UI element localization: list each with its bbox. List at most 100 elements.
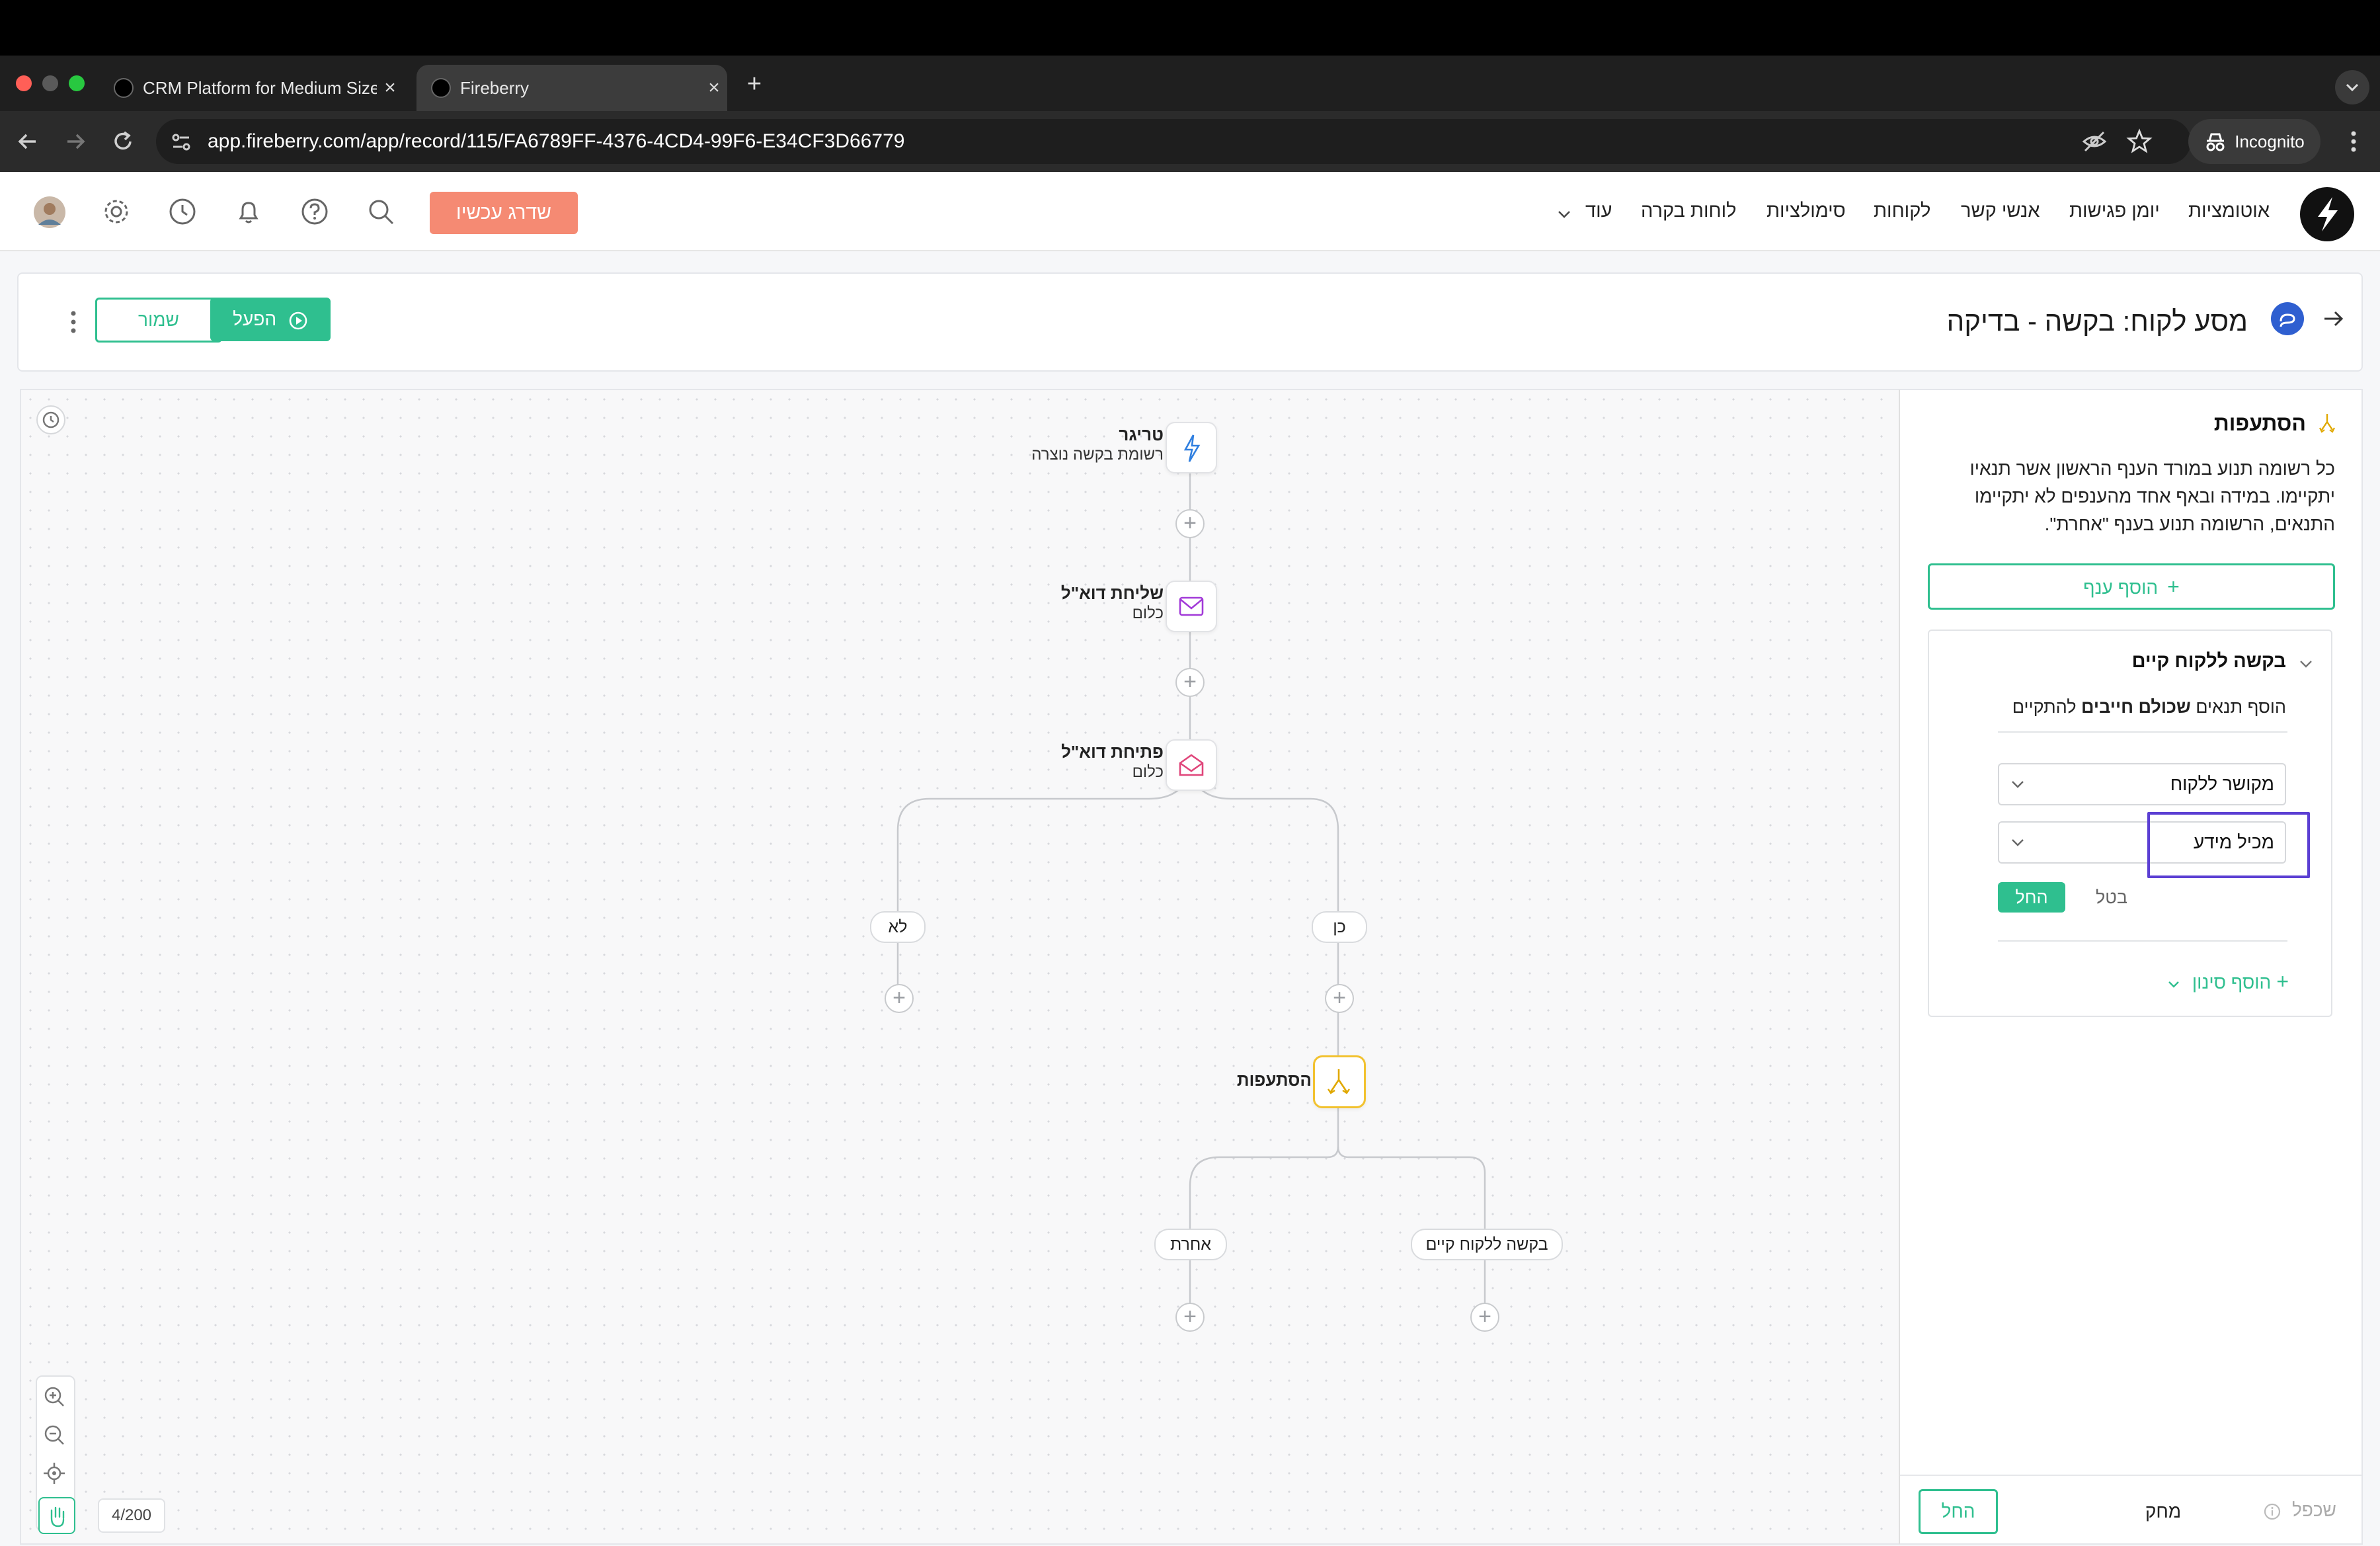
condition-hint-prefix: הוסף תנאים <box>2196 697 2286 717</box>
branch-card: בקשה ללקוח קיים הוסף תנאים שכולם חייבים … <box>1928 630 2332 1017</box>
clock-icon[interactable] <box>168 197 197 226</box>
site-favicon-icon <box>431 78 451 98</box>
fireberry-logo-icon[interactable] <box>2299 186 2355 242</box>
incognito-indicator[interactable]: Incognito <box>2188 119 2320 164</box>
branch-yes-label[interactable]: כן <box>1312 911 1367 943</box>
zoom-out-icon[interactable] <box>40 1420 69 1449</box>
browser-toolbar: app.fireberry.com/app/record/115/FA6789F… <box>0 111 2380 172</box>
tab-title: Fireberry <box>460 77 530 98</box>
site-settings-icon[interactable] <box>168 128 194 155</box>
arrow-left-icon <box>18 134 36 149</box>
arrow-right-icon <box>67 134 85 149</box>
minimize-window-button[interactable] <box>42 75 58 91</box>
browser-tab-bar: CRM Platform for Medium Size × Fireberry… <box>0 56 2380 111</box>
add-step-button[interactable]: + <box>1175 1303 1205 1332</box>
more-vertical-icon[interactable] <box>63 305 83 339</box>
duplicate-label: שכפל <box>2291 1500 2336 1520</box>
nav-dashboards[interactable]: לוחות בקרה <box>1641 172 1737 250</box>
chevron-down-icon <box>2346 83 2359 92</box>
add-step-button[interactable]: + <box>1175 668 1205 697</box>
more-vertical-icon[interactable] <box>2340 126 2367 157</box>
split-settings-panel: הסתעפות כל רשומה תנוע במורד הענף הראשון … <box>1899 389 2363 1545</box>
back-button[interactable] <box>13 127 42 156</box>
avatar[interactable] <box>33 196 66 229</box>
send-email-node[interactable] <box>1166 581 1217 632</box>
open-email-node[interactable] <box>1166 739 1217 791</box>
plus-icon: + <box>2167 575 2180 598</box>
history-icon[interactable] <box>36 405 66 435</box>
new-tab-button[interactable]: + <box>739 69 770 99</box>
incognito-icon <box>2206 133 2225 151</box>
arrow-right-icon[interactable] <box>2320 305 2347 332</box>
nav-automations[interactable]: אוטומציות <box>2188 172 2270 250</box>
panel-apply-button[interactable]: החל <box>1919 1489 1998 1534</box>
save-button[interactable]: שמור <box>95 298 222 343</box>
add-step-button[interactable]: + <box>1470 1303 1499 1332</box>
branch-name[interactable]: בקשה ללקוח קיים <box>2132 651 2286 672</box>
flow-canvas[interactable]: טריגר רשומת בקשה נוצרה + שליחת דוא"ל כלו… <box>20 389 1901 1545</box>
flow-connectors <box>896 473 1486 1317</box>
eye-off-icon[interactable] <box>2081 128 2108 155</box>
maximize-window-button[interactable] <box>69 75 85 91</box>
record-header: מסע לקוח: בקשה - בדיקה שמור הפעל <box>17 272 2363 372</box>
help-icon[interactable] <box>300 197 329 226</box>
duplicate-button[interactable]: שכפל <box>2244 1500 2336 1521</box>
add-branch-button[interactable]: + הוסף ענף <box>1928 563 2335 610</box>
envelope-icon <box>1179 596 1204 616</box>
selection-highlight <box>2147 812 2310 878</box>
delete-button[interactable]: מחק <box>2137 1501 2190 1522</box>
search-icon[interactable] <box>366 197 395 226</box>
branch-split-icon <box>2319 414 2335 433</box>
add-filter-label: הוסף סינון <box>2192 972 2272 993</box>
chevron-down-icon <box>2012 839 2024 846</box>
trigger-subtitle: רשומת בקשה נוצרה <box>1031 446 1164 464</box>
trigger-node[interactable] <box>1166 422 1217 473</box>
gear-icon[interactable] <box>102 197 131 226</box>
zoom-in-icon[interactable] <box>40 1382 69 1411</box>
app-root: אוטומציות יומן פגישות אנשי קשר לקוחות סי… <box>0 172 2380 1546</box>
nav-customers[interactable]: לקוחות <box>1874 172 1930 250</box>
branch-no-label[interactable]: לא <box>870 911 926 943</box>
branch-existing-customer-label[interactable]: בקשה ללקוח קיים <box>1411 1229 1563 1260</box>
reload-button[interactable] <box>108 127 138 156</box>
nav-simulations[interactable]: סימולציות <box>1766 172 1846 250</box>
add-step-button[interactable]: + <box>1175 509 1205 538</box>
close-window-button[interactable] <box>16 75 32 91</box>
activate-button[interactable]: הפעל <box>210 298 331 341</box>
url-text[interactable]: app.fireberry.com/app/record/115/FA6789F… <box>208 130 904 153</box>
pan-tool-button[interactable] <box>38 1497 75 1534</box>
split-title: הסתעפות <box>1236 1070 1312 1090</box>
nav-more[interactable]: עוד <box>1585 172 1612 250</box>
star-icon[interactable] <box>2126 128 2153 155</box>
branch-other-label[interactable]: אחרת <box>1154 1229 1227 1260</box>
page-title: מסע לקוח: בקשה - בדיקה <box>1946 305 2248 337</box>
tab-search-button[interactable] <box>2335 70 2369 104</box>
recenter-icon[interactable] <box>40 1459 69 1488</box>
play-circle-icon <box>289 311 307 329</box>
add-step-button[interactable]: + <box>1325 984 1354 1013</box>
plus-icon: + <box>2276 969 2289 993</box>
add-step-button[interactable]: + <box>885 984 914 1013</box>
browser-tab-fireberry[interactable]: Fireberry × <box>416 65 727 111</box>
close-tab-icon[interactable]: × <box>701 77 727 99</box>
split-node[interactable] <box>1313 1055 1366 1108</box>
nav-contacts[interactable]: אנשי קשר <box>1961 172 2040 250</box>
steps-counter: 4/200 <box>98 1498 165 1533</box>
upgrade-now-button[interactable]: שדרג עכשיו <box>430 192 578 234</box>
bell-icon[interactable] <box>234 197 263 226</box>
customer-journey-icon <box>2271 302 2304 335</box>
forward-button[interactable] <box>61 127 90 156</box>
condition-cancel-button[interactable]: בטל <box>2085 887 2138 908</box>
branch-split-icon <box>1328 1069 1350 1094</box>
condition-hint-bold: שכולם חייבים <box>2081 697 2191 717</box>
incognito-label: Incognito <box>2235 131 2305 151</box>
chevron-down-icon[interactable] <box>2297 655 2315 673</box>
site-favicon-icon <box>114 78 134 98</box>
add-filter-button[interactable]: +הוסף סינון <box>2166 969 2289 994</box>
field-select[interactable]: מקושר ללקוח <box>1998 763 2286 805</box>
nav-meetings-calendar[interactable]: יומן פגישות <box>2069 172 2160 250</box>
close-tab-icon[interactable]: × <box>377 77 403 99</box>
browser-tab-crm[interactable]: CRM Platform for Medium Size × <box>99 65 403 111</box>
address-bar[interactable]: app.fireberry.com/app/record/115/FA6789F… <box>156 119 2191 164</box>
condition-apply-button[interactable]: החל <box>1998 882 2065 913</box>
